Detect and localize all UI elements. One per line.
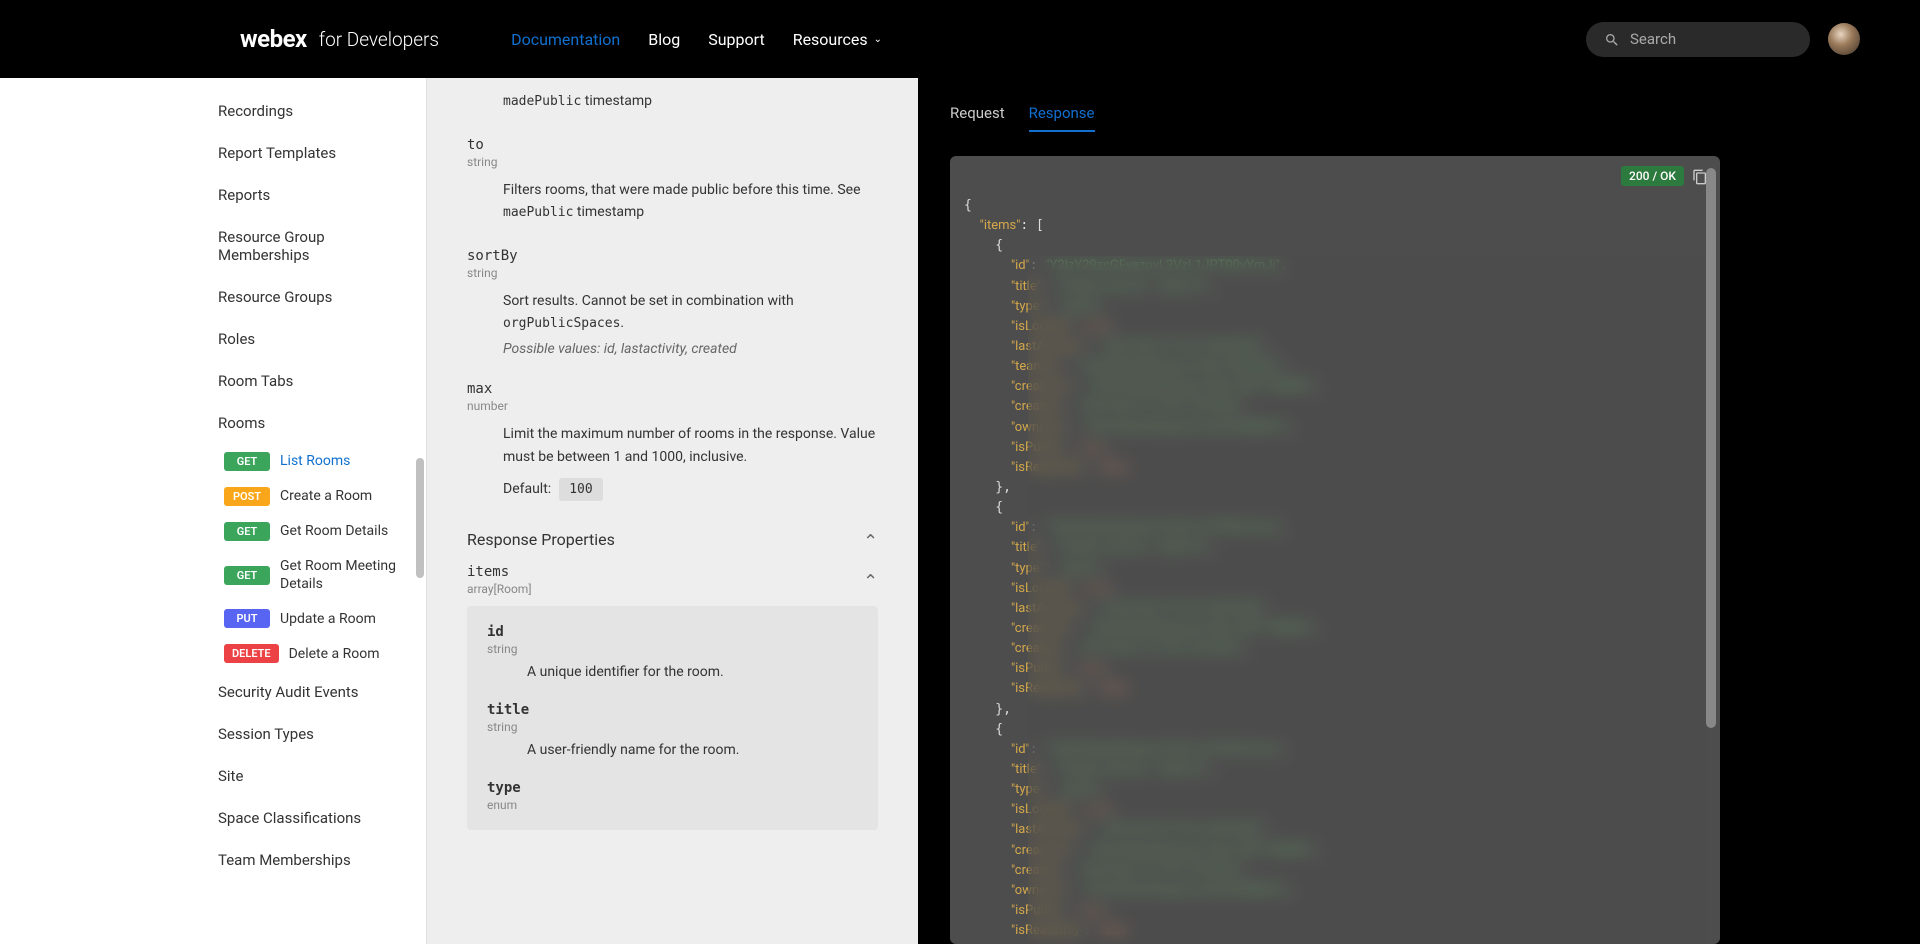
method-badge-get: GET <box>224 522 270 541</box>
code-madePublic: madePublic <box>503 94 581 109</box>
param-default: Default: 100 <box>503 478 878 501</box>
json-response-body[interactable]: { "items": [ { "id": "Y2lzY29zcGFyazovL3… <box>950 156 1720 944</box>
copy-icon[interactable] <box>1692 167 1708 186</box>
nav-blog[interactable]: Blog <box>648 30 680 49</box>
op-label: Get Room Meeting Details <box>280 557 406 593</box>
chevron-down-icon: ⌄ <box>874 34 882 45</box>
logo[interactable]: webex for Developers <box>240 25 439 53</box>
param-desc: Sort results. Cannot be set in combinati… <box>503 290 878 335</box>
op-label: List Rooms <box>280 452 406 470</box>
sidebar-item-room-tabs[interactable]: Room Tabs <box>0 360 426 402</box>
method-badge-delete: DELETE <box>224 644 279 663</box>
param-type: number <box>467 399 878 413</box>
op-label: Create a Room <box>280 487 406 505</box>
param-note: Possible values: id, lastactivity, creat… <box>503 341 878 357</box>
nav-support[interactable]: Support <box>708 30 764 49</box>
op-label: Delete a Room <box>289 645 406 663</box>
nav-documentation[interactable]: Documentation <box>511 30 620 49</box>
response-properties-toggle[interactable]: Response Properties ⌄ <box>467 529 878 550</box>
param-desc: Limit the maximum number of rooms in the… <box>503 423 878 468</box>
search-box[interactable] <box>1586 22 1810 57</box>
sidebar-scrollbar[interactable] <box>416 458 424 578</box>
status-badge: 200 / OK <box>1621 166 1684 186</box>
tab-request[interactable]: Request <box>950 104 1005 132</box>
documentation-column[interactable]: madePublic timestamp to string Filters r… <box>427 78 918 944</box>
sidebar-item-resource-group-memberships[interactable]: Resource Group Memberships <box>0 216 426 276</box>
sidebar-item-space-classifications[interactable]: Space Classifications <box>0 797 426 839</box>
op-get-room-details[interactable]: GET Get Room Details <box>0 514 426 549</box>
param-type: string <box>467 266 878 280</box>
search-icon <box>1604 30 1620 49</box>
tab-response[interactable]: Response <box>1029 104 1095 132</box>
sidebar-item-recordings[interactable]: Recordings <box>0 90 426 132</box>
prop-type: type enum <box>487 780 858 812</box>
items-name: items <box>467 564 532 580</box>
sidebar-nav[interactable]: Recordings Report Templates Reports Reso… <box>0 78 427 944</box>
nav-resources[interactable]: Resources ⌄ <box>793 30 882 49</box>
prop-id: id string A unique identifier for the ro… <box>487 624 858 680</box>
op-get-room-meeting-details[interactable]: GET Get Room Meeting Details <box>0 549 426 601</box>
param-sortby: sortBy string Sort results. Cannot be se… <box>467 248 878 357</box>
response-props-box: id string A unique identifier for the ro… <box>467 606 878 830</box>
method-badge-post: POST <box>224 487 270 506</box>
sidebar-item-rooms[interactable]: Rooms <box>0 402 426 444</box>
chevron-up-icon: ⌄ <box>863 529 878 550</box>
request-response-tabs: Request Response <box>950 104 1920 132</box>
logo-sub: for Developers <box>319 28 439 51</box>
method-badge-get: GET <box>224 566 270 585</box>
op-delete-room[interactable]: DELETE Delete a Room <box>0 636 426 671</box>
sidebar-item-site[interactable]: Site <box>0 755 426 797</box>
primary-nav: Documentation Blog Support Resources ⌄ <box>511 30 882 49</box>
method-badge-put: PUT <box>224 609 270 628</box>
sidebar-item-reports[interactable]: Reports <box>0 174 426 216</box>
user-avatar[interactable] <box>1828 23 1860 55</box>
op-create-room[interactable]: POST Create a Room <box>0 479 426 514</box>
param-name: max <box>467 381 878 397</box>
sidebar-item-security-audit-events[interactable]: Security Audit Events <box>0 671 426 713</box>
param-to: to string Filters rooms, that were made … <box>467 137 878 224</box>
op-label: Update a Room <box>280 610 406 628</box>
search-input[interactable] <box>1630 30 1829 48</box>
response-panel: Request Response 200 / OK { "items": [ {… <box>918 78 1920 944</box>
top-header: webex for Developers Documentation Blog … <box>0 0 1920 78</box>
param-name: to <box>467 137 878 153</box>
sidebar-item-report-templates[interactable]: Report Templates <box>0 132 426 174</box>
param-max: max number Limit the maximum number of r… <box>467 381 878 501</box>
logo-main: webex <box>240 25 307 53</box>
sidebar-item-team-memberships[interactable]: Team Memberships <box>0 839 426 881</box>
response-box: 200 / OK { "items": [ { "id": "Y2lzY29zc… <box>950 156 1720 944</box>
param-type: string <box>467 155 878 169</box>
method-badge-get: GET <box>224 452 270 471</box>
items-type: array[Room] <box>467 582 532 596</box>
param-name: sortBy <box>467 248 878 264</box>
prop-title: title string A user-friendly name for th… <box>487 702 858 758</box>
param-desc: Filters rooms, that were made public bef… <box>503 179 878 224</box>
op-label: Get Room Details <box>280 522 406 540</box>
items-toggle[interactable]: items array[Room] ⌄ <box>467 564 878 596</box>
sidebar-item-session-types[interactable]: Session Types <box>0 713 426 755</box>
op-list-rooms[interactable]: GET List Rooms <box>0 444 426 479</box>
default-value: 100 <box>559 478 602 501</box>
sidebar-item-roles[interactable]: Roles <box>0 318 426 360</box>
chevron-up-icon: ⌄ <box>863 569 878 590</box>
sidebar-item-resource-groups[interactable]: Resource Groups <box>0 276 426 318</box>
op-update-room[interactable]: PUT Update a Room <box>0 601 426 636</box>
response-scrollbar[interactable] <box>1706 168 1716 728</box>
